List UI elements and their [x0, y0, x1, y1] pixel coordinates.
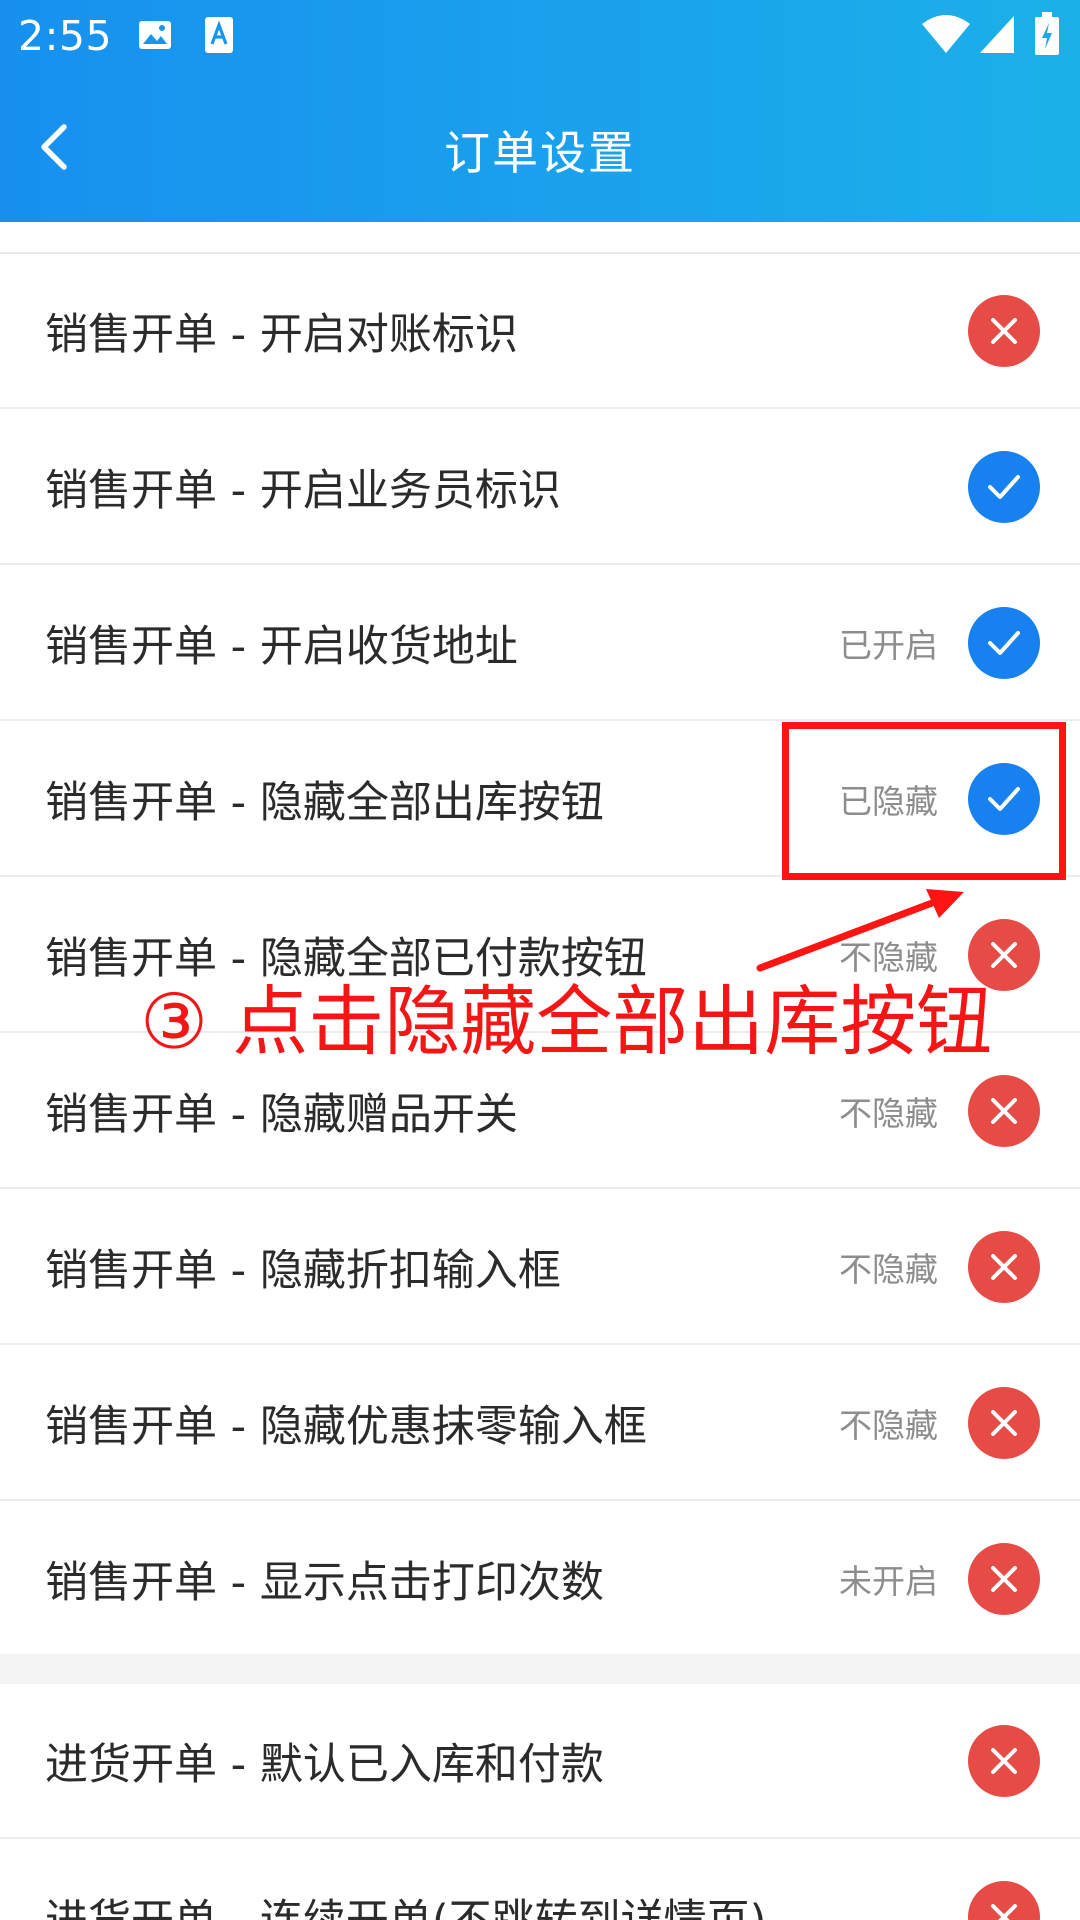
status-time: 2:55 [18, 12, 113, 60]
image-icon [137, 17, 173, 57]
setting-row: 进货开单 - 连续开单(不跳转到详情页) [0, 1840, 1080, 1920]
close-icon [991, 317, 1017, 344]
wifi-icon [922, 14, 970, 58]
setting-label: 销售开单 - 开启收货地址 [45, 621, 518, 672]
setting-status: 不隐藏 [839, 1093, 938, 1133]
setting-row: 销售开单 - 开启收货地址 已开启 [0, 566, 1080, 721]
tutorial-highlight-box [782, 722, 1066, 880]
setting-row: 销售开单 - 显示点击打印次数 未开启 [0, 1502, 1080, 1657]
close-icon [991, 1409, 1017, 1436]
close-icon [991, 1097, 1017, 1124]
order-settings-screen: 2:55 订单设置 销售开单 - 开启对账标识 销售开单 - 开启业务员标识 销… [0, 0, 1080, 1920]
close-icon [991, 1565, 1017, 1592]
setting-toggle[interactable] [968, 450, 1040, 523]
setting-status: 未开启 [839, 1561, 938, 1601]
check-icon [988, 630, 1020, 655]
title-bar: 订单设置 [0, 74, 1080, 222]
setting-label: 销售开单 - 隐藏全部出库按钮 [45, 777, 604, 828]
setting-label: 进货开单 - 默认已入库和付款 [45, 1739, 604, 1790]
setting-label: 销售开单 - 开启对账标识 [45, 309, 518, 360]
battery-charging-icon [1034, 12, 1060, 60]
setting-toggle[interactable] [968, 1880, 1040, 1920]
status-bar: 2:55 [0, 0, 1080, 74]
setting-toggle[interactable] [968, 294, 1040, 367]
app-header: 2:55 订单设置 [0, 0, 1080, 222]
setting-toggle[interactable] [968, 1386, 1040, 1459]
setting-label: 销售开单 - 开启业务员标识 [45, 465, 561, 516]
close-icon [991, 941, 1017, 968]
setting-status: 不隐藏 [839, 1405, 938, 1445]
tutorial-annotation-text: ③ 点击隐藏全部出库按钮 [140, 977, 993, 1066]
setting-toggle[interactable] [968, 1074, 1040, 1147]
setting-status: 已开启 [839, 625, 938, 665]
setting-toggle[interactable] [968, 606, 1040, 679]
setting-toggle[interactable] [968, 1724, 1040, 1797]
setting-row: 销售开单 - 隐藏折扣输入框 不隐藏 [0, 1190, 1080, 1345]
setting-row: 销售开单 - 开启对账标识 [0, 254, 1080, 409]
signal-icon [980, 14, 1016, 58]
setting-row: 销售开单 - 隐藏优惠抹零输入框 不隐藏 [0, 1346, 1080, 1501]
close-icon [991, 1747, 1017, 1774]
setting-label: 销售开单 - 隐藏优惠抹零输入框 [45, 1401, 647, 1452]
setting-label: 进货开单 - 连续开单(不跳转到详情页) [45, 1886, 766, 1920]
setting-label: 销售开单 - 隐藏赠品开关 [45, 1089, 518, 1140]
setting-toggle[interactable] [968, 1542, 1040, 1615]
app-notification-icon [204, 16, 234, 58]
page-title: 订单设置 [444, 126, 636, 180]
tutorial-arrow-icon [756, 889, 964, 972]
setting-row: 进货开单 - 默认已入库和付款 [0, 1684, 1080, 1839]
setting-row: 销售开单 - 开启业务员标识 [0, 410, 1080, 565]
check-icon [988, 474, 1020, 499]
close-icon [991, 1253, 1017, 1280]
setting-label: 销售开单 - 显示点击打印次数 [45, 1557, 604, 1608]
section-divider [0, 1654, 1080, 1684]
setting-label: 销售开单 - 隐藏折扣输入框 [45, 1245, 561, 1296]
setting-status: 不隐藏 [839, 1249, 938, 1289]
close-icon [991, 1903, 1017, 1920]
setting-toggle[interactable] [968, 1230, 1040, 1303]
